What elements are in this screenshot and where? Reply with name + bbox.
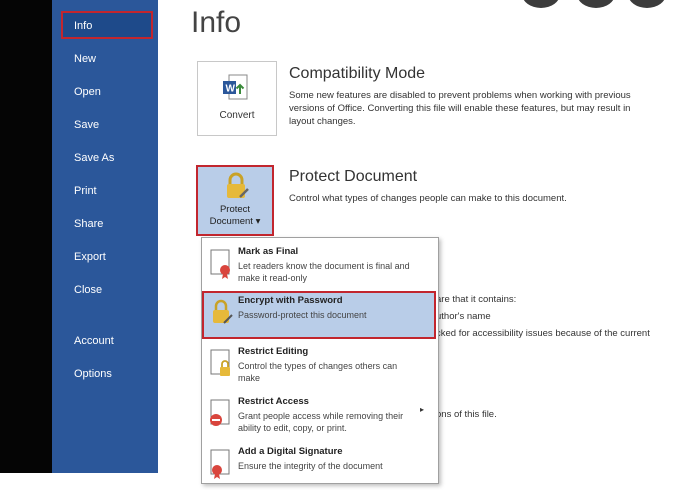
convert-button-label: Convert [219, 110, 255, 121]
svg-text:W: W [226, 84, 236, 95]
menu-item-mark-as-final[interactable]: Mark as Final Let readers know the docum… [202, 242, 436, 290]
compatibility-title: Compatibility Mode [289, 65, 426, 82]
compatibility-desc-1: Some new features are disabled to preven… [289, 90, 631, 101]
restrict-access-title: Restrict Access [238, 396, 309, 407]
compatibility-desc-2: versions of Office. Converting this file… [289, 103, 631, 114]
page-title: Info [191, 6, 242, 39]
versions-text: ons of this file. [436, 409, 497, 420]
nav-item-export[interactable]: Export [61, 243, 153, 271]
mark-as-final-icon [210, 249, 230, 279]
nav-item-save-as[interactable]: Save As [61, 144, 153, 172]
restrict-access-desc: Grant people access while removing their… [238, 411, 404, 433]
digital-signature-title: Add a Digital Signature [238, 446, 343, 457]
screen-bezel [0, 0, 52, 473]
protect-title: Protect Document [289, 168, 418, 185]
protect-document-menu: Mark as Final Let readers know the docum… [201, 237, 439, 484]
mark-as-final-desc: Let readers know the document is final a… [238, 261, 410, 283]
nav-item-open[interactable]: Open [61, 78, 153, 106]
convert-button[interactable]: W Convert [197, 61, 277, 136]
nav-item-options[interactable]: Options [61, 360, 153, 388]
nav-item-info[interactable]: Info [61, 11, 153, 39]
convert-icon: W [223, 74, 248, 100]
inspect-text-1: are that it contains: [436, 294, 517, 305]
encrypt-title: Encrypt with Password [238, 295, 343, 306]
menu-item-add-digital-signature[interactable]: Add a Digital Signature Ensure the integ… [202, 442, 436, 490]
inspect-text-3: cked for accessibility issues because of… [436, 328, 650, 339]
nav-item-account[interactable]: Account [61, 327, 153, 355]
encrypt-desc: Password-protect this document [238, 310, 367, 320]
window-control-2[interactable] [577, 0, 615, 8]
inspect-text-2: uthor's name [436, 311, 491, 322]
protect-document-button[interactable]: Protect Document ▾ [196, 165, 274, 236]
restrict-access-icon [210, 399, 230, 426]
restrict-editing-icon [210, 349, 230, 376]
encrypt-lock-icon [213, 299, 233, 324]
protect-document-label-line1: Protect [219, 204, 251, 215]
nav-item-save[interactable]: Save [61, 111, 153, 139]
restrict-editing-title: Restrict Editing [238, 346, 309, 357]
protect-desc: Control what types of changes people can… [289, 193, 567, 204]
protect-document-label: Protect Document ▾ [198, 204, 272, 228]
menu-item-restrict-editing[interactable]: Restrict Editing Control the types of ch… [202, 342, 436, 390]
nav-item-close[interactable]: Close [61, 276, 153, 304]
restrict-editing-desc: Control the types of changes others can … [238, 361, 398, 383]
compatibility-desc-3: layout changes. [289, 116, 356, 127]
lock-icon [227, 172, 249, 198]
nav-item-print[interactable]: Print [61, 177, 153, 205]
window-control-1[interactable] [522, 0, 560, 8]
nav-item-share[interactable]: Share [61, 210, 153, 238]
digital-signature-icon [210, 449, 230, 479]
submenu-arrow-icon: ▸ [420, 405, 425, 414]
protect-document-label-line2: Document ▾ [209, 216, 261, 227]
nav-item-new[interactable]: New [61, 45, 153, 73]
backstage-sidebar: Info New Open Save Save As Print Share E… [52, 0, 158, 473]
digital-signature-desc: Ensure the integrity of the document [238, 461, 383, 471]
mark-as-final-title: Mark as Final [238, 246, 299, 257]
menu-item-restrict-access[interactable]: Restrict Access Grant people access whil… [202, 392, 436, 440]
window-control-3[interactable] [628, 0, 666, 8]
menu-item-encrypt-with-password[interactable]: Encrypt with Password Password-protect t… [202, 291, 436, 339]
